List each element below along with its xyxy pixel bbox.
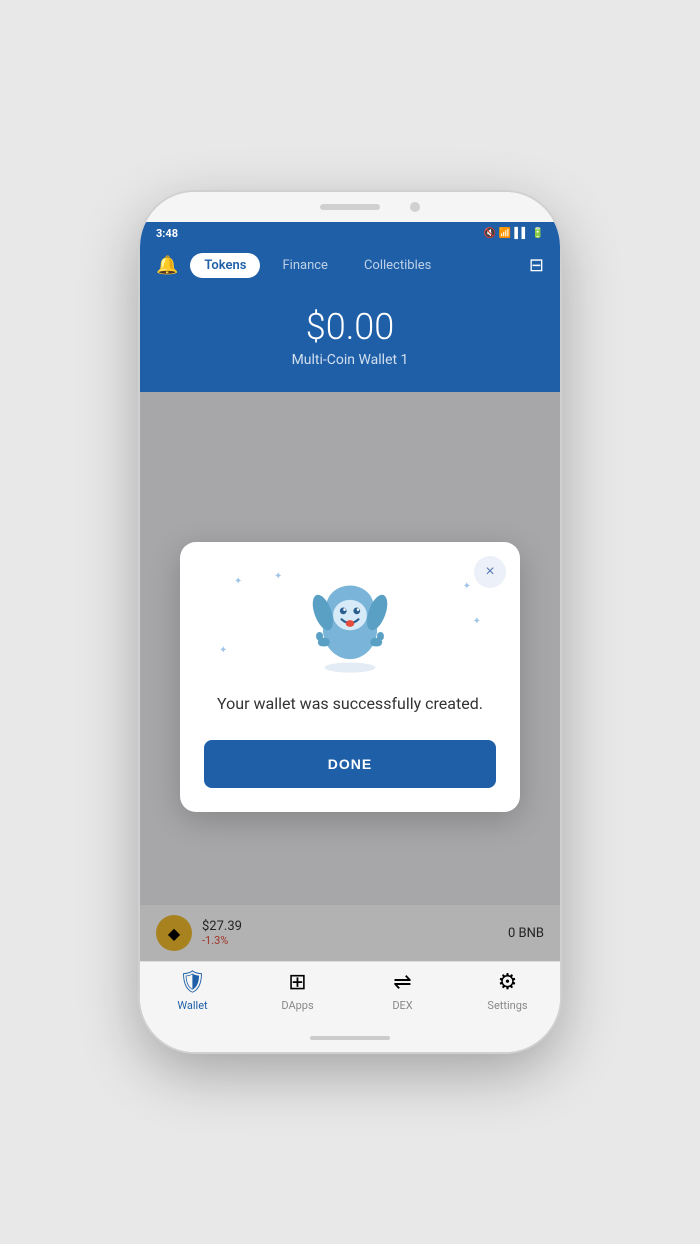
sparkle-1: ✦ (234, 576, 242, 587)
bottom-nav: 🛡 Wallet ⊞ DApps ⇌ DEX ⚙ Settings (140, 961, 560, 1024)
wallet-hero: $0.00 Multi-Coin Wallet 1 (140, 290, 560, 392)
phone-bottom (140, 1024, 560, 1052)
dapps-nav-label: DApps (281, 999, 313, 1012)
home-indicator (310, 1036, 390, 1040)
filter-icon[interactable]: ⊟ (529, 255, 544, 276)
done-button[interactable]: DONE (204, 740, 496, 788)
phone-top-bar (140, 192, 560, 222)
settings-nav-icon: ⚙ (498, 970, 518, 995)
phone-frame: 3:48 🔇 📶 ▌▌ 🔋 🔔 Tokens Finance Collectib… (140, 192, 560, 1052)
sparkle-3: ✦ (463, 581, 471, 592)
wallet-name: Multi-Coin Wallet 1 (140, 352, 560, 368)
sparkle-5: ✦ (219, 645, 227, 656)
mascot-illustration (295, 566, 405, 676)
nav-item-settings[interactable]: ⚙ Settings (455, 970, 560, 1012)
status-time: 3:48 (156, 227, 178, 240)
nav-item-wallet[interactable]: 🛡 Wallet (140, 970, 245, 1012)
bell-icon[interactable]: 🔔 (156, 255, 178, 276)
dapps-nav-icon: ⊞ (288, 970, 306, 995)
modal-overlay: × ✦ ✦ ✦ ✦ ✦ (140, 392, 560, 961)
status-bar: 3:48 🔇 📶 ▌▌ 🔋 (140, 222, 560, 245)
tab-finance[interactable]: Finance (268, 253, 341, 278)
modal-message: Your wallet was successfully created. (204, 692, 496, 716)
nav-tabs-bar: 🔔 Tokens Finance Collectibles ⊟ (140, 245, 560, 290)
battery-icon: 🔋 (532, 228, 544, 239)
sparkle-4: ✦ (473, 616, 481, 627)
nav-item-dex[interactable]: ⇌ DEX (350, 970, 455, 1012)
wallet-nav-label: Wallet (177, 999, 207, 1012)
modal-card: × ✦ ✦ ✦ ✦ ✦ (180, 542, 520, 812)
content-area: ◆ $27.39 -1.3% 0 BNB × ✦ ✦ ✦ ✦ (140, 392, 560, 961)
phone-speaker (320, 204, 380, 210)
tab-tokens[interactable]: Tokens (190, 253, 260, 278)
wallet-nav-icon: 🛡 (179, 970, 207, 995)
sparkle-2: ✦ (274, 571, 282, 582)
wallet-balance: $0.00 (140, 306, 560, 348)
mascot-area: ✦ ✦ ✦ ✦ ✦ (204, 566, 496, 676)
wifi-icon: 📶 (499, 228, 511, 239)
status-icons: 🔇 📶 ▌▌ 🔋 (483, 228, 544, 239)
tab-collectibles[interactable]: Collectibles (350, 253, 445, 278)
nav-item-dapps[interactable]: ⊞ DApps (245, 970, 350, 1012)
signal-icon: ▌▌ (514, 228, 528, 239)
dex-nav-label: DEX (392, 999, 412, 1012)
settings-nav-label: Settings (487, 999, 527, 1012)
phone-camera (410, 202, 420, 212)
phone-screen: 3:48 🔇 📶 ▌▌ 🔋 🔔 Tokens Finance Collectib… (140, 222, 560, 1024)
dex-nav-icon: ⇌ (393, 970, 411, 995)
mute-icon: 🔇 (483, 228, 495, 239)
